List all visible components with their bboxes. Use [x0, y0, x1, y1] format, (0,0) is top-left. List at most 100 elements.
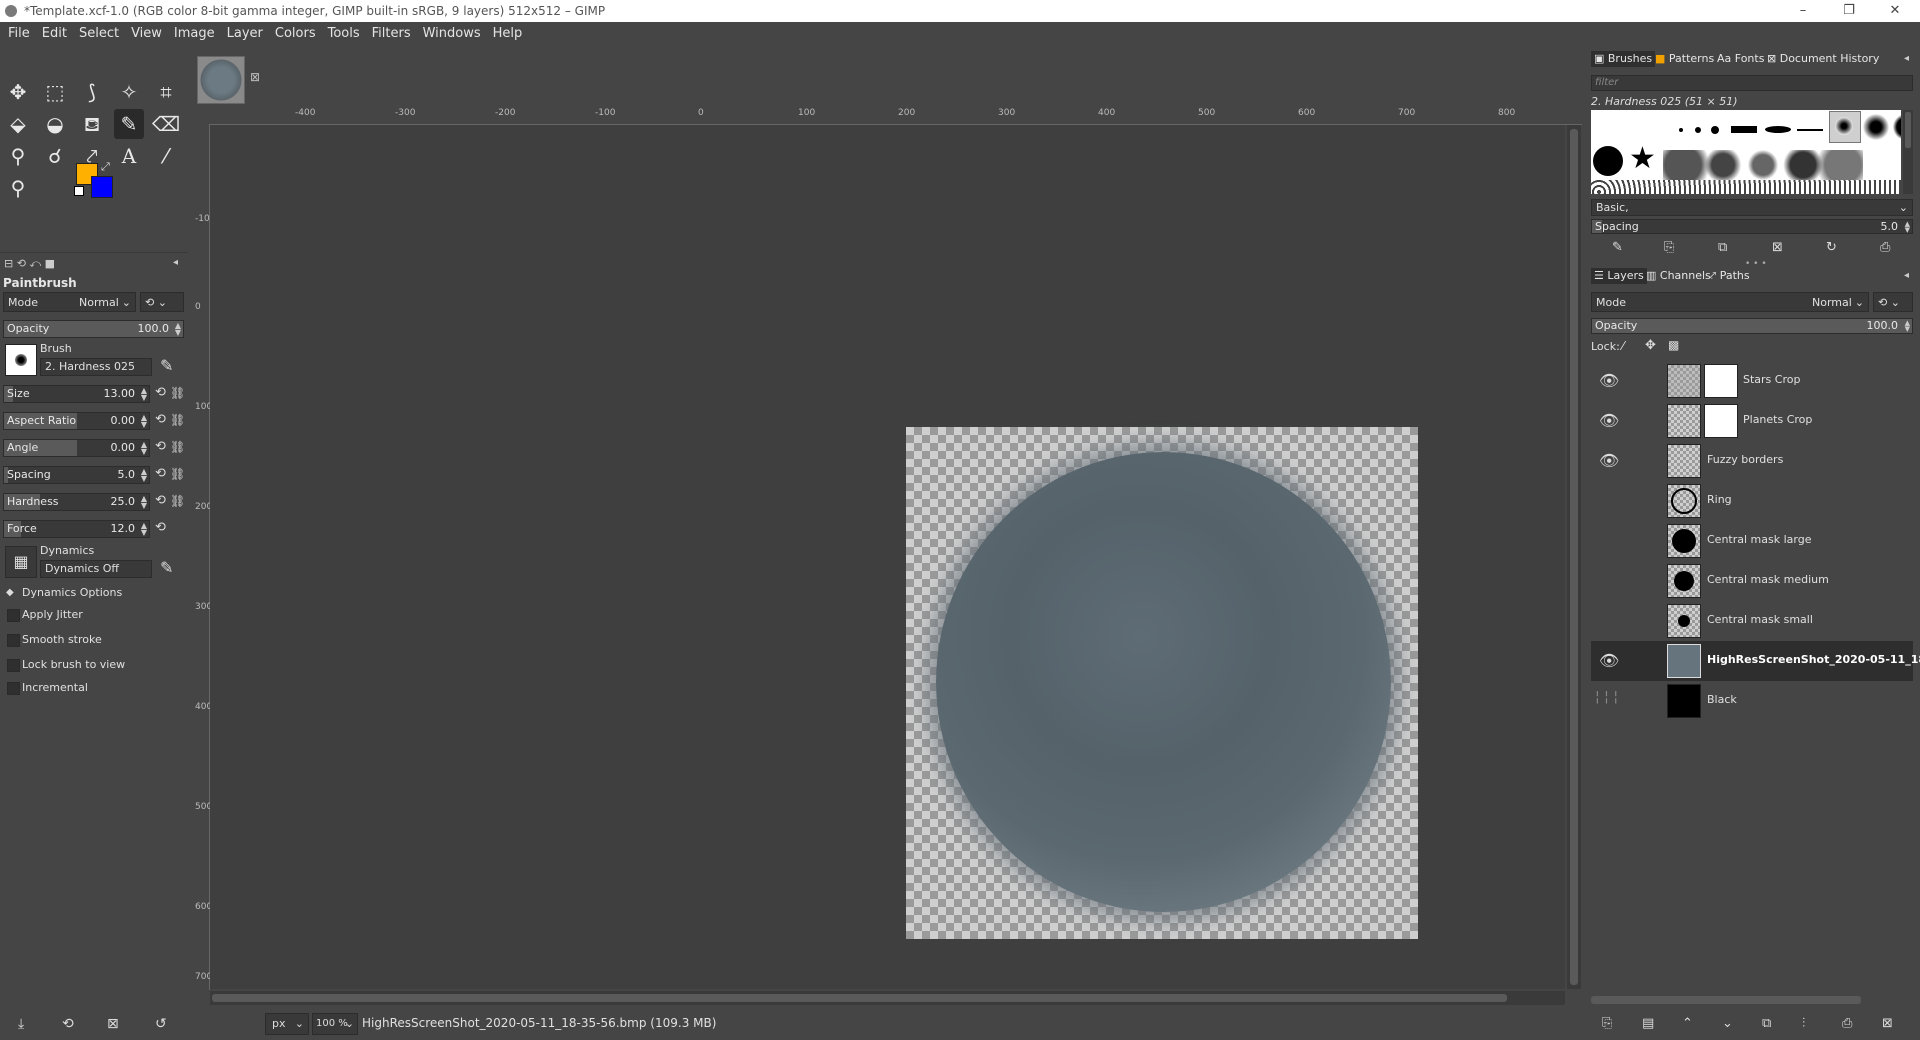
menu-tools[interactable]: Tools: [322, 22, 366, 46]
tab-brushes[interactable]: ▣ Brushes: [1591, 51, 1656, 67]
opacity-slider[interactable]: Opacity 100.0 ▲ ▼: [3, 320, 184, 338]
background-color[interactable]: [91, 176, 113, 198]
rect-select-tool-icon[interactable]: ⬚: [40, 77, 70, 107]
spin-icon[interactable]: ▲ ▼: [141, 414, 147, 429]
reset-icon[interactable]: ⟲: [155, 520, 166, 535]
brush-grid-scrollbar[interactable]: [1903, 110, 1913, 194]
new-layer-icon[interactable]: ⎘: [1602, 1016, 1612, 1031]
fuzzy-select-tool-icon[interactable]: ✧: [114, 77, 144, 107]
dynamics-options-expander[interactable]: Dynamics Options: [22, 586, 122, 599]
free-select-tool-icon[interactable]: ⟆: [77, 77, 107, 107]
brush-grid[interactable]: ★: [1591, 110, 1901, 194]
bucket-fill-tool-icon[interactable]: ⛾: [77, 109, 107, 139]
dynamics-preview-icon[interactable]: ▦: [5, 546, 37, 578]
menu-windows[interactable]: Windows: [417, 22, 487, 46]
spin-icon[interactable]: ▲ ▼: [141, 522, 147, 537]
image-tab-thumbnail[interactable]: [197, 56, 245, 104]
angle-slider[interactable]: Angle 0.00 ▲ ▼: [3, 439, 150, 457]
lower-layer-icon[interactable]: ⌄: [1722, 1016, 1733, 1031]
force-slider[interactable]: Force 12.0 ▲ ▼: [3, 520, 150, 538]
image-canvas[interactable]: [906, 427, 1418, 939]
menu-help[interactable]: Help: [487, 22, 529, 46]
visibility-eye-icon[interactable]: 👁: [1599, 651, 1619, 670]
delete-options-icon[interactable]: ⊠: [107, 1016, 119, 1032]
layer-row[interactable]: 👁 Stars Crop: [1591, 361, 1913, 401]
layer-mode-combo[interactable]: Mode Normal ⌄: [1591, 292, 1869, 312]
brush-as-image-icon[interactable]: ⎙: [1880, 240, 1890, 255]
new-brush-icon[interactable]: ⎘: [1664, 240, 1674, 255]
layer-mask-icon[interactable]: ⎙: [1842, 1016, 1852, 1031]
visibility-eye-icon[interactable]: 👁: [1599, 411, 1619, 430]
crop-tool-icon[interactable]: ⌗: [151, 77, 181, 107]
refresh-brushes-icon[interactable]: ↻: [1826, 240, 1837, 255]
spin-icon[interactable]: ▲ ▼: [141, 441, 147, 456]
delete-brush-icon[interactable]: ⊠: [1772, 240, 1783, 255]
incremental-checkbox[interactable]: [7, 682, 20, 695]
layers-scrollbar[interactable]: [1591, 996, 1861, 1004]
layer-opacity-slider[interactable]: Opacity 100.0 ▲ ▼: [1591, 318, 1913, 334]
eraser-tool-icon[interactable]: ⌫: [151, 109, 181, 139]
dynamics-field[interactable]: Dynamics Off: [40, 560, 152, 578]
color-picker-tool-icon[interactable]: ⁄: [151, 141, 181, 171]
brush-name-field[interactable]: 2. Hardness 025: [40, 358, 152, 376]
link-icon[interactable]: ⛓: [170, 494, 185, 508]
apply-jitter-checkbox[interactable]: [7, 609, 20, 622]
tab-paths[interactable]: ⤤ Paths: [1707, 268, 1753, 284]
link-icon[interactable]: ⛓: [170, 440, 185, 454]
close-button[interactable]: ✕: [1872, 0, 1918, 22]
link-icon[interactable]: ⛓: [170, 467, 185, 481]
unit-combo[interactable]: px ⌄: [265, 1013, 309, 1035]
reset-icon[interactable]: ⟲: [155, 493, 166, 508]
tab-patterns[interactable]: ■ Patterns: [1652, 51, 1717, 67]
reset-icon[interactable]: ⟲: [155, 466, 166, 481]
spin-icon[interactable]: ▲ ▼: [141, 495, 147, 510]
duplicate-layer-icon[interactable]: ⧉: [1762, 1016, 1771, 1031]
menu-view[interactable]: View: [125, 22, 168, 46]
delete-layer-icon[interactable]: ⊠: [1882, 1016, 1893, 1031]
spin-icon[interactable]: ▲ ▼: [1905, 320, 1910, 333]
hardness-slider[interactable]: Hardness 25.0 ▲ ▼: [3, 493, 150, 511]
menu-select[interactable]: Select: [73, 22, 125, 46]
unified-transform-tool-icon[interactable]: ⬙: [3, 109, 33, 139]
panel-menu-icon[interactable]: ◂: [173, 257, 178, 268]
close-image-icon[interactable]: ⊠: [250, 70, 260, 84]
layer-mode-reset-combo[interactable]: ⟲ ⌄: [1873, 292, 1913, 312]
visibility-eye-icon[interactable]: 👁: [1599, 371, 1619, 390]
reset-options-icon[interactable]: ↺: [155, 1016, 167, 1032]
brush-tag-combo[interactable]: Basic, ⌄: [1591, 199, 1913, 216]
layer-row[interactable]: 👁 Planets Crop: [1591, 401, 1913, 441]
swap-colors-icon[interactable]: ⤢: [101, 160, 110, 174]
edit-dynamics-icon[interactable]: ✎: [160, 558, 173, 577]
smooth-stroke-checkbox[interactable]: [7, 634, 20, 647]
aspect-ratio-slider[interactable]: Aspect Ratio 0.00 ▲ ▼: [3, 412, 150, 430]
lock-pixels-icon[interactable]: ⁄: [1622, 339, 1624, 353]
restore-options-icon[interactable]: ⟲: [62, 1016, 74, 1032]
tab-document-history[interactable]: ⊠ Document History: [1764, 51, 1882, 67]
reset-icon[interactable]: ⟲: [155, 412, 166, 427]
horizontal-ruler[interactable]: -400 -300 -200 -100 0 100 200 300 400 50…: [210, 108, 1582, 125]
merge-layer-icon[interactable]: ⫶: [1802, 1016, 1805, 1031]
save-options-icon[interactable]: ⤓: [18, 1016, 24, 1032]
vertical-scrollbar[interactable]: [1567, 125, 1581, 989]
menu-colors[interactable]: Colors: [269, 22, 322, 46]
lock-position-icon[interactable]: ✥: [1645, 338, 1656, 353]
maximize-button[interactable]: ❐: [1826, 0, 1872, 22]
paintbrush-tool-icon[interactable]: ✎: [114, 109, 144, 139]
mode-combo[interactable]: Mode Normal ⌄: [3, 292, 136, 312]
layer-row[interactable]: 👁 Fuzzy borders: [1591, 441, 1913, 481]
duplicate-brush-icon[interactable]: ⧉: [1718, 240, 1727, 255]
menu-layer[interactable]: Layer: [221, 22, 269, 46]
menu-edit[interactable]: Edit: [36, 22, 73, 46]
text-tool-icon[interactable]: A: [114, 141, 144, 171]
new-layer-group-icon[interactable]: ▤: [1642, 1016, 1654, 1031]
layer-row[interactable]: Central mask medium: [1591, 561, 1913, 601]
link-icon[interactable]: ⛓: [170, 413, 185, 427]
spin-icon[interactable]: ▲ ▼: [1905, 221, 1910, 234]
mode-reset-combo[interactable]: ⟲ ⌄: [140, 292, 184, 312]
default-colors-icon[interactable]: [74, 186, 84, 196]
tab-layers[interactable]: ☰ Layers: [1591, 268, 1647, 284]
edit-brush-icon[interactable]: ✎: [160, 356, 173, 375]
raise-layer-icon[interactable]: ⌃: [1682, 1016, 1693, 1031]
layer-row[interactable]: Ring: [1591, 481, 1913, 521]
visibility-eye-icon[interactable]: 👁: [1599, 451, 1619, 470]
